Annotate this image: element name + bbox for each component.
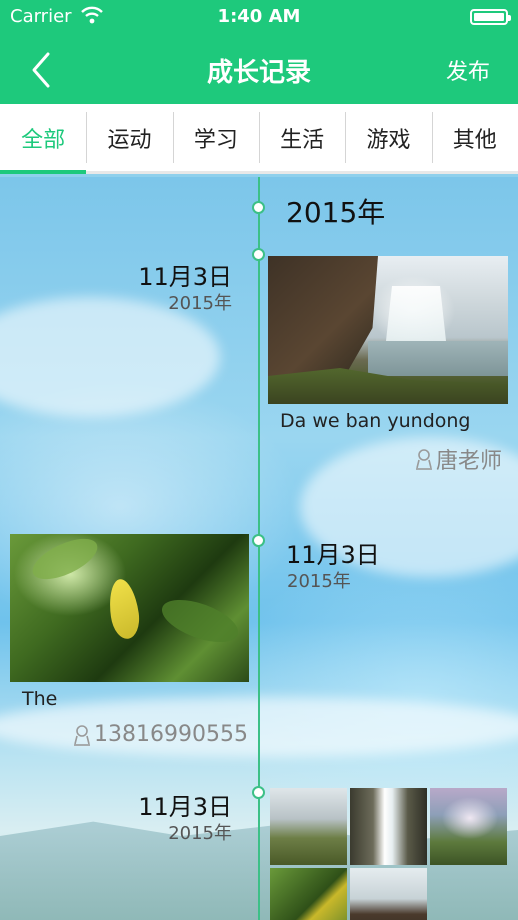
timeline-line (258, 177, 260, 920)
tab-all[interactable]: 全部 (0, 104, 87, 174)
tab-sports[interactable]: 运动 (86, 104, 172, 171)
entry-photo-waterfall[interactable] (268, 256, 508, 404)
battery-icon (470, 9, 511, 25)
page-title: 成长记录 (206, 58, 311, 88)
entry-author: 唐老师 (414, 443, 502, 475)
clock: 1:40 AM (217, 6, 301, 27)
category-tabs: 全部 运动 学习 生活 游戏 其他 (0, 104, 518, 174)
timeline-node (252, 786, 265, 799)
entry-photo-leaf[interactable] (10, 534, 249, 682)
publish-button[interactable]: 发布 (446, 54, 490, 86)
timeline-feed[interactable]: 2015年 11月3日 2015年 Da we ban yundong 唐老师 … (0, 177, 518, 920)
tab-life[interactable]: 生活 (258, 104, 345, 171)
status-bar: Carrier 1:40 AM (0, 0, 518, 34)
timeline-node (252, 534, 265, 547)
author-name: 唐老师 (436, 449, 503, 474)
timeline-node (252, 248, 265, 261)
entry-author: 13816990555 (72, 722, 248, 747)
entry-caption: The (22, 688, 58, 710)
background-cloud (0, 297, 220, 417)
entry-year: 2015年 (168, 293, 232, 314)
entry-thumb[interactable] (350, 788, 427, 865)
photo-detail (105, 577, 143, 641)
user-icon (74, 724, 90, 746)
photo-detail (268, 256, 378, 376)
photo-detail (156, 591, 244, 651)
timeline-node (252, 201, 265, 214)
entry-year: 2015年 (168, 823, 232, 844)
entry-year: 2015年 (287, 571, 351, 592)
entry-thumb[interactable] (350, 868, 427, 920)
author-name: 13816990555 (94, 722, 248, 747)
entry-thumb[interactable] (270, 868, 347, 920)
tab-study[interactable]: 学习 (172, 104, 259, 171)
entry-date: 11月3日 (138, 263, 232, 291)
tab-other[interactable]: 其他 (431, 104, 518, 171)
entry-caption: Da we ban yundong (280, 410, 471, 432)
nav-bar: 成长记录 发布 (0, 34, 518, 104)
photo-detail (26, 534, 104, 588)
user-icon (416, 449, 432, 470)
entry-date: 11月3日 (286, 541, 380, 569)
photo-detail (368, 341, 508, 376)
entry-date: 11月3日 (138, 793, 232, 821)
entry-thumb[interactable] (430, 788, 507, 865)
tab-games[interactable]: 游戏 (345, 104, 431, 171)
photo-detail (386, 286, 446, 341)
entry-thumb[interactable] (270, 788, 347, 865)
year-header: 2015年 (286, 196, 386, 229)
